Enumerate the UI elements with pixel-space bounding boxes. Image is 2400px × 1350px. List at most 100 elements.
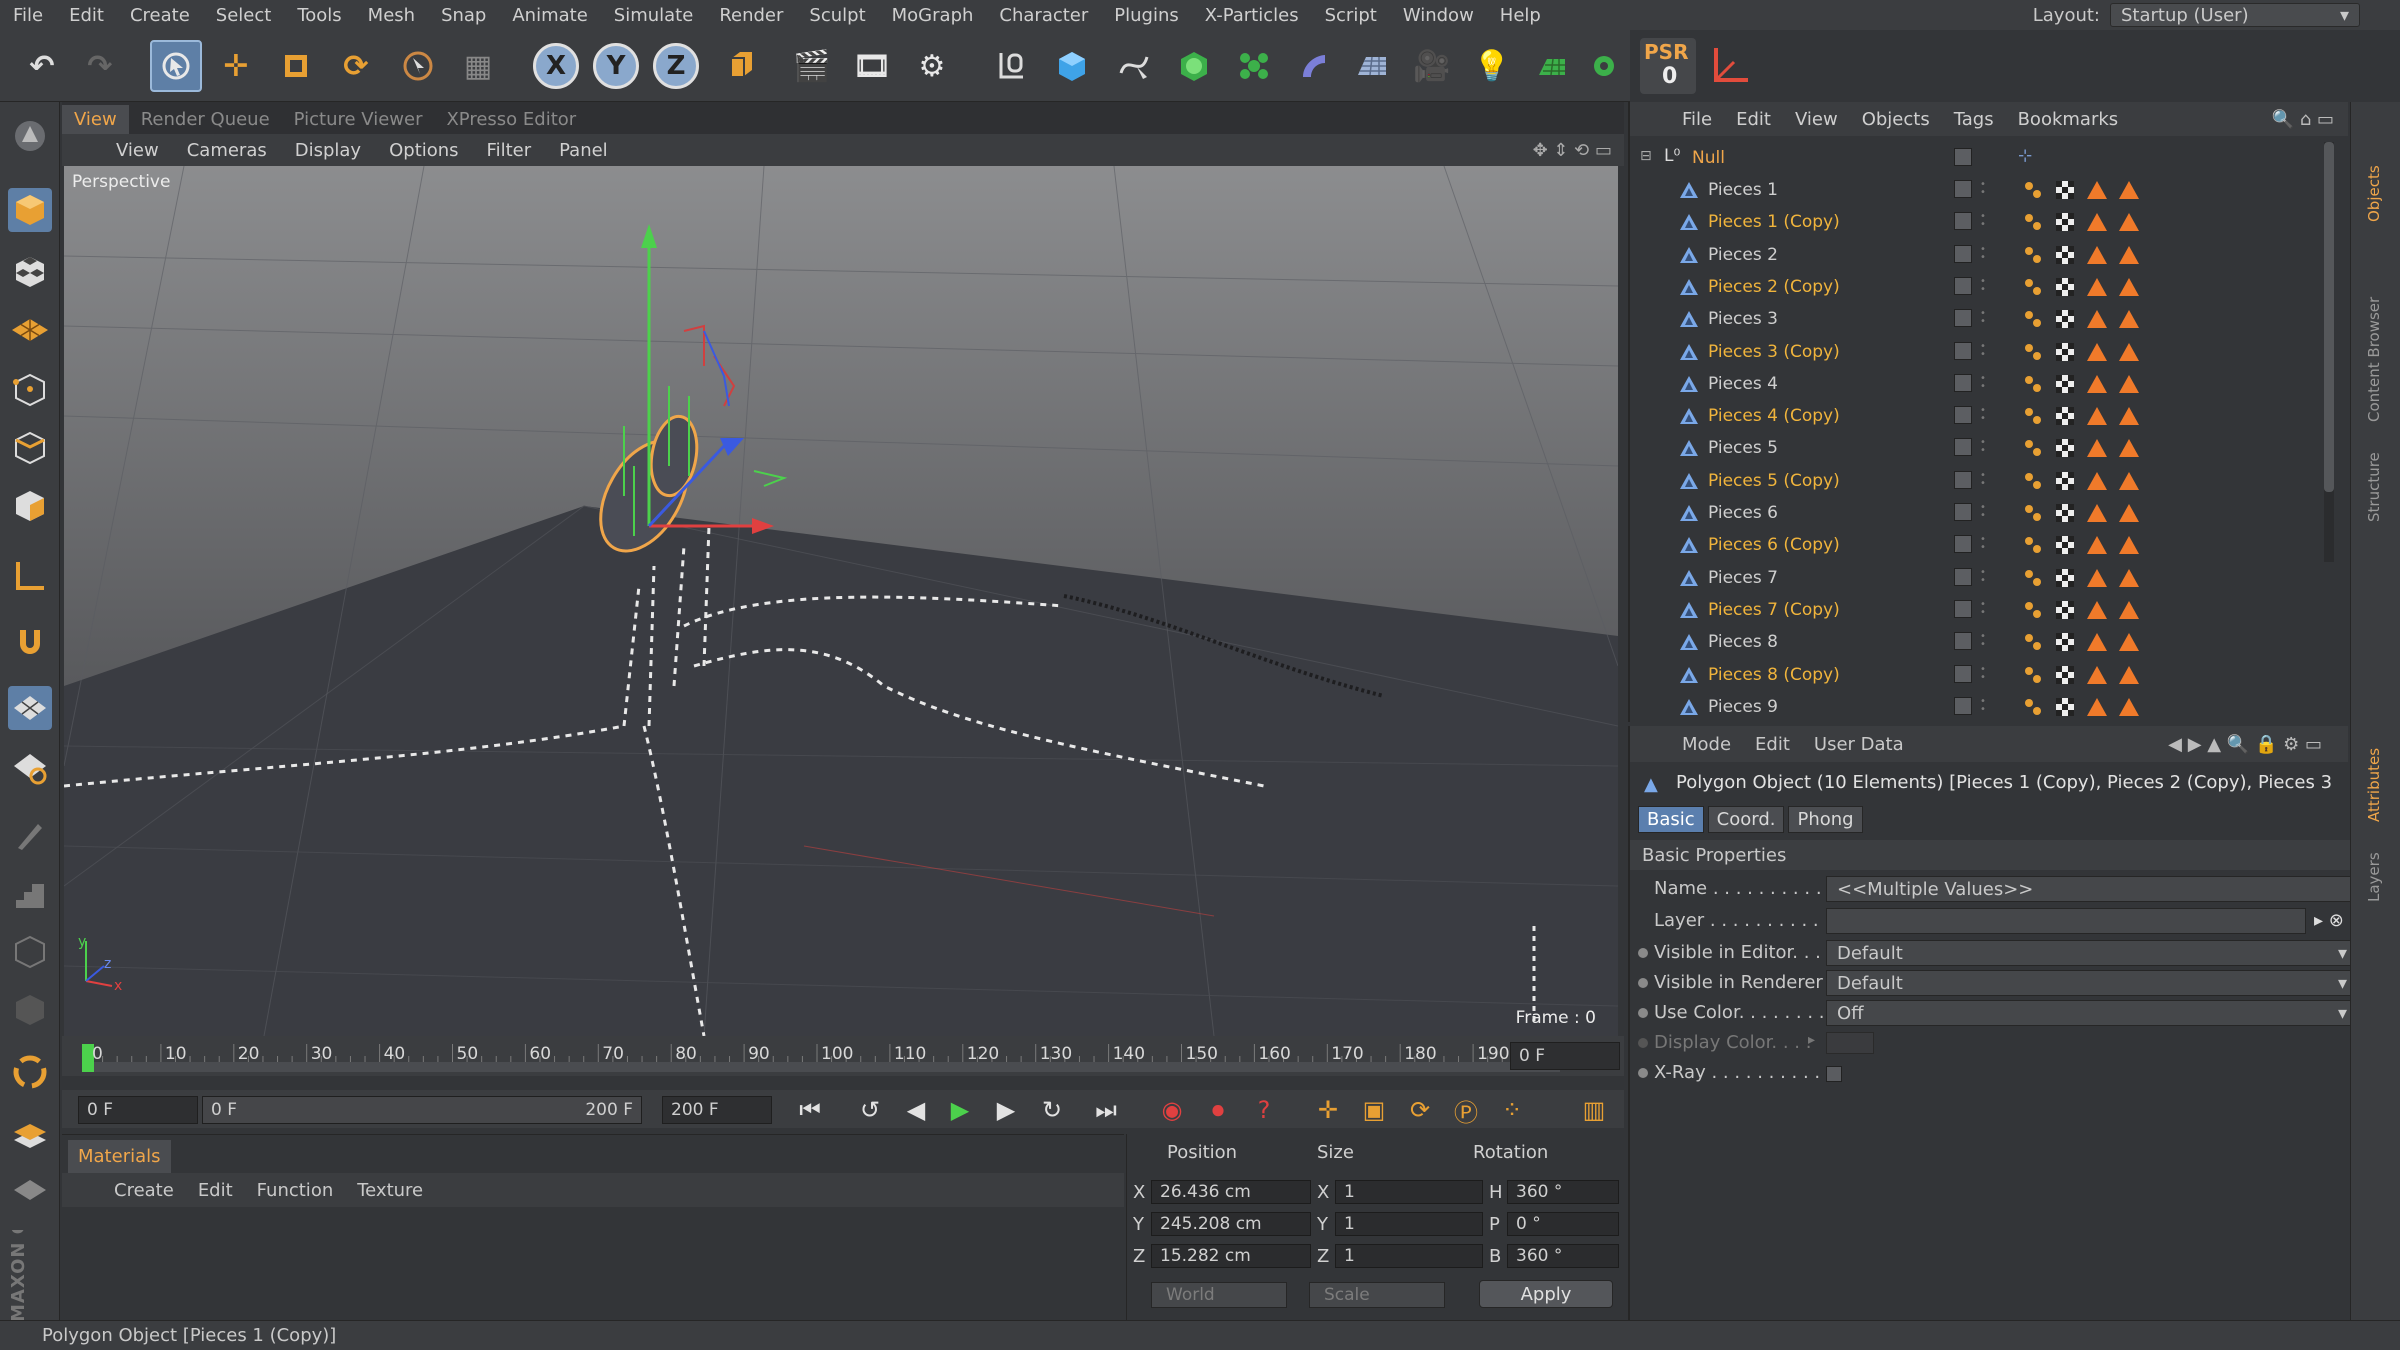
cube-object-button[interactable] [1046, 40, 1098, 92]
selection-tag-icon[interactable] [2086, 308, 2108, 330]
deformer-button[interactable] [1288, 40, 1340, 92]
texture-mode-button[interactable] [8, 250, 52, 294]
make-editable-button[interactable] [8, 114, 52, 158]
selection-tag-icon[interactable] [2118, 308, 2140, 330]
preview-range-slider[interactable]: 0 F 200 F [202, 1096, 642, 1124]
selection-tag-icon[interactable] [2086, 470, 2108, 492]
refresh-button[interactable] [8, 1050, 52, 1094]
materials-menu-texture[interactable]: Texture [345, 1180, 435, 1201]
point-level-key-button[interactable]: ⁘ [1494, 1094, 1530, 1126]
layer-stack-2-button[interactable] [8, 1164, 52, 1208]
workplane-mode-button[interactable] [8, 308, 52, 352]
render-view-button[interactable]: 🎬 [786, 40, 838, 92]
points-mode-button[interactable] [8, 368, 52, 412]
tweak-mode-button[interactable] [8, 620, 52, 664]
phong-tag-icon[interactable] [2022, 534, 2044, 556]
object-row[interactable]: Pieces 2 (Copy) • • [1630, 271, 2350, 303]
visibility-toggle[interactable] [1954, 599, 1972, 618]
scale-tool-button[interactable] [270, 40, 322, 92]
material-tag-icon[interactable] [2054, 179, 2076, 201]
size-x-field[interactable]: 1 [1335, 1180, 1483, 1204]
visibility-toggle[interactable] [1954, 438, 1972, 457]
render-picture-viewer-button[interactable]: 🎞 [846, 40, 898, 92]
attr-menu-edit[interactable]: Edit [1743, 734, 1802, 755]
tab-coord[interactable]: Coord. [1707, 806, 1785, 833]
record-active-button[interactable]: ◉ [1154, 1094, 1190, 1126]
scale-mode-dropdown[interactable]: Scale [1309, 1282, 1445, 1308]
animate-bullet-icon[interactable] [1638, 948, 1648, 958]
attr-nav-icons[interactable]: ◀ ▶ ▲ 🔍 🔒 ⚙ ▭ [2156, 734, 2334, 755]
material-tag-icon[interactable] [2054, 534, 2076, 556]
mesh-cube-button[interactable] [8, 930, 52, 974]
visibility-toggle[interactable] [1954, 309, 1972, 328]
editor-render-dots[interactable]: • • [1980, 470, 1986, 488]
side-tab-attributes[interactable]: Attributes [2365, 748, 2383, 822]
object-row[interactable]: Pieces 6 (Copy) • • [1630, 529, 2350, 561]
visibility-toggle[interactable] [1954, 696, 1972, 715]
coordinate-system-button[interactable] [716, 40, 768, 92]
size-z-field[interactable]: 1 [1335, 1244, 1483, 1268]
selection-tag-icon[interactable] [2118, 470, 2140, 492]
object-row[interactable]: Pieces 8 • • [1630, 626, 2350, 658]
editor-render-dots[interactable]: • • [1980, 664, 1986, 682]
min-frame-field[interactable]: 0 F [78, 1096, 198, 1124]
objects-menu-view[interactable]: View [1783, 109, 1850, 130]
menu-xparticles[interactable]: X-Particles [1192, 5, 1312, 26]
position-key-button[interactable]: ✛ [1310, 1094, 1346, 1126]
transform-tool-button[interactable]: ▦ [452, 40, 504, 92]
tab-materials[interactable]: Materials [68, 1140, 171, 1173]
live-selection-button[interactable] [150, 40, 202, 92]
tab-picture-viewer[interactable]: Picture Viewer [282, 105, 435, 134]
use-color-dropdown[interactable]: Off ▾ [1826, 1000, 2358, 1026]
attr-menu-user-data[interactable]: User Data [1802, 734, 1916, 755]
selection-tag-icon[interactable] [2118, 179, 2140, 201]
material-tag-icon[interactable] [2054, 405, 2076, 427]
previous-frame-button[interactable]: ◀ [898, 1094, 934, 1126]
layer-field[interactable] [1826, 908, 2306, 934]
object-row[interactable]: Pieces 3 • • [1630, 303, 2350, 335]
xparticles-system-button[interactable] [1578, 40, 1630, 92]
apply-button[interactable]: Apply [1479, 1280, 1613, 1308]
viewport-nav-icons[interactable]: ✥ ⇕ ⟲ ▭ [1533, 140, 1612, 161]
phong-tag-icon[interactable] [2022, 405, 2044, 427]
menu-window[interactable]: Window [1390, 5, 1487, 26]
polygons-mode-button[interactable] [8, 484, 52, 528]
name-field[interactable]: <<Multiple Values>> [1826, 876, 2354, 902]
selection-tag-icon[interactable] [2118, 599, 2140, 621]
menu-animate[interactable]: Animate [499, 5, 600, 26]
editor-render-dots[interactable]: • • [1980, 535, 1986, 553]
cloner-button[interactable] [1228, 40, 1280, 92]
selection-tag-icon[interactable] [2118, 405, 2140, 427]
render-settings-button[interactable]: ⚙ [906, 40, 958, 92]
selection-tag-icon[interactable] [2086, 179, 2108, 201]
visibility-toggle[interactable] [1954, 244, 1972, 263]
tab-xpresso-editor[interactable]: XPresso Editor [434, 105, 588, 134]
visible-in-renderer-dropdown[interactable]: Default ▾ [1826, 970, 2358, 996]
menu-help[interactable]: Help [1487, 5, 1554, 26]
selection-tag-icon[interactable] [2118, 567, 2140, 589]
viewport-menu-cameras[interactable]: Cameras [173, 140, 281, 161]
selection-tag-icon[interactable] [2086, 631, 2108, 653]
tab-view[interactable]: View [62, 105, 129, 134]
paint-brush-button[interactable] [8, 814, 52, 858]
scale-key-button[interactable]: ▣ [1356, 1094, 1392, 1126]
next-key-button[interactable]: ↻ [1034, 1094, 1070, 1126]
materials-menu-create[interactable]: Create [102, 1180, 186, 1201]
max-frame-field[interactable]: 200 F [662, 1096, 772, 1124]
menu-file[interactable]: File [0, 5, 56, 26]
layer-arrow-icon[interactable]: ▸ ⊗ [2314, 910, 2344, 931]
object-row[interactable]: Pieces 7 • • [1630, 562, 2350, 594]
menu-plugins[interactable]: Plugins [1101, 5, 1191, 26]
pos-z-field[interactable]: 15.282 cm [1151, 1244, 1311, 1268]
object-row-null[interactable]: ⊟ L⁰ Null ⊹ [1630, 142, 2350, 174]
side-tab-layers[interactable]: Layers [2365, 852, 2383, 902]
rot-h-field[interactable]: 360 ° [1507, 1180, 1619, 1204]
viewport-menu-view[interactable]: View [102, 140, 173, 161]
layer-stack-button[interactable] [8, 1110, 52, 1154]
tab-phong[interactable]: Phong [1788, 806, 1863, 833]
menu-edit[interactable]: Edit [56, 5, 117, 26]
pos-y-field[interactable]: 245.208 cm [1151, 1212, 1311, 1236]
object-row[interactable]: Pieces 4 • • [1630, 368, 2350, 400]
material-tag-icon[interactable] [2054, 308, 2076, 330]
visibility-toggle[interactable] [1954, 276, 1972, 295]
